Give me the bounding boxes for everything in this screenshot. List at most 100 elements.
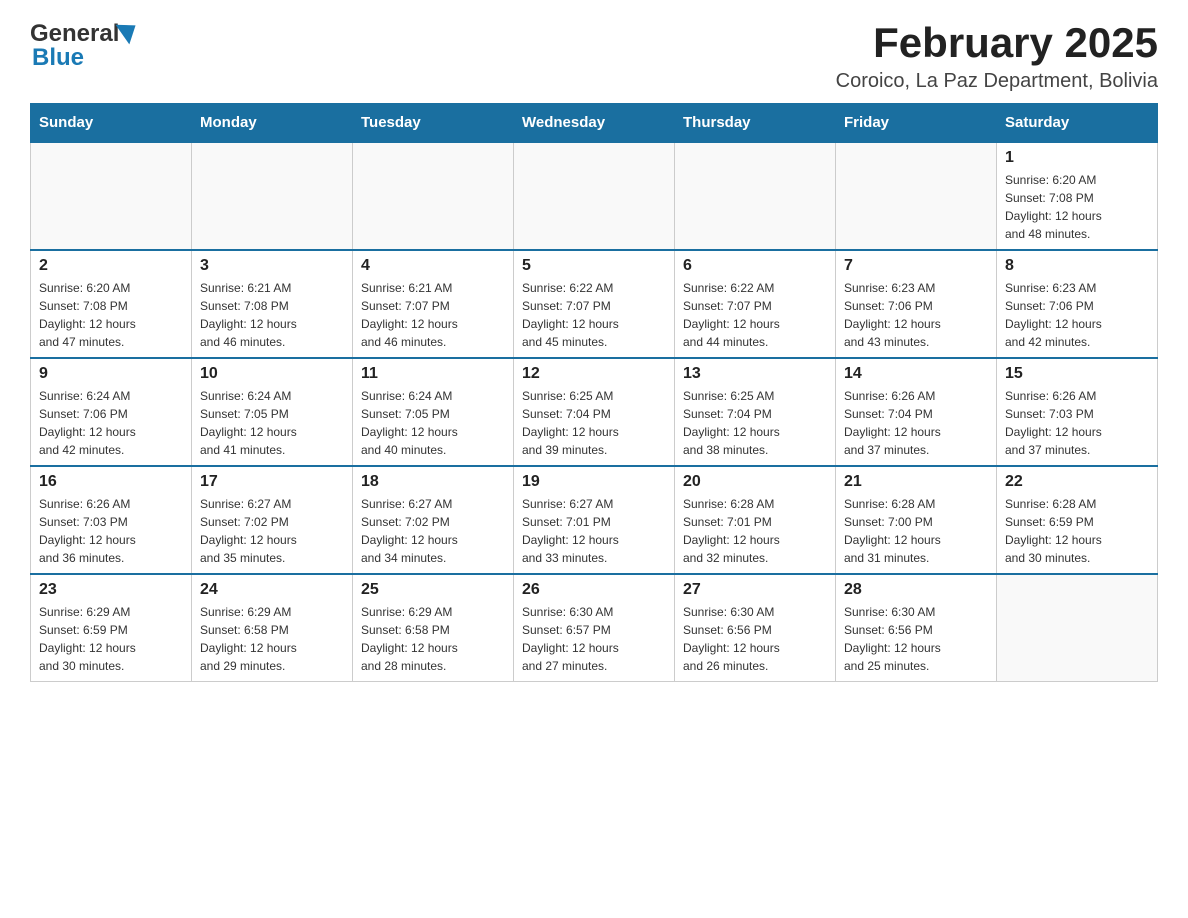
day-number: 26 xyxy=(522,581,666,599)
day-info: Sunrise: 6:27 AMSunset: 7:02 PMDaylight:… xyxy=(361,495,505,567)
day-header-monday: Monday xyxy=(192,104,353,143)
day-header-thursday: Thursday xyxy=(675,104,836,143)
day-number: 7 xyxy=(844,257,988,275)
day-info: Sunrise: 6:27 AMSunset: 7:01 PMDaylight:… xyxy=(522,495,666,567)
day-info: Sunrise: 6:23 AMSunset: 7:06 PMDaylight:… xyxy=(844,279,988,351)
calendar-week-4: 16 Sunrise: 6:26 AMSunset: 7:03 PMDayligh… xyxy=(31,466,1158,574)
day-info: Sunrise: 6:28 AMSunset: 6:59 PMDaylight:… xyxy=(1005,495,1149,567)
day-info: Sunrise: 6:25 AMSunset: 7:04 PMDaylight:… xyxy=(683,387,827,459)
day-header-saturday: Saturday xyxy=(997,104,1158,143)
calendar-body: 1Sunrise: 6:20 AMSunset: 7:08 PMDaylight… xyxy=(31,142,1158,682)
calendar-cell: 13 Sunrise: 6:25 AMSunset: 7:04 PMDayligh… xyxy=(675,358,836,466)
day-info: Sunrise: 6:27 AMSunset: 7:02 PMDaylight:… xyxy=(200,495,344,567)
day-number: 24 xyxy=(200,581,344,599)
day-info: Sunrise: 6:24 AMSunset: 7:05 PMDaylight:… xyxy=(361,387,505,459)
day-number: 8 xyxy=(1005,257,1149,275)
title-block: February 2025 Coroico, La Paz Department… xyxy=(836,20,1158,93)
day-number: 4 xyxy=(361,257,505,275)
calendar-cell: 9 Sunrise: 6:24 AMSunset: 7:06 PMDaylight… xyxy=(31,358,192,466)
day-number: 27 xyxy=(683,581,827,599)
day-number: 6 xyxy=(683,257,827,275)
day-info: Sunrise: 6:21 AMSunset: 7:08 PMDaylight:… xyxy=(200,279,344,351)
calendar-cell: 5 Sunrise: 6:22 AMSunset: 7:07 PMDaylight… xyxy=(514,250,675,358)
calendar-cell xyxy=(836,142,997,250)
calendar-cell xyxy=(192,142,353,250)
day-number: 10 xyxy=(200,365,344,383)
day-number: 13 xyxy=(683,365,827,383)
day-info: Sunrise: 6:21 AMSunset: 7:07 PMDaylight:… xyxy=(361,279,505,351)
calendar-cell: 6 Sunrise: 6:22 AMSunset: 7:07 PMDaylight… xyxy=(675,250,836,358)
calendar-cell: 24 Sunrise: 6:29 AMSunset: 6:58 PMDayligh… xyxy=(192,574,353,682)
calendar-cell: 4 Sunrise: 6:21 AMSunset: 7:07 PMDaylight… xyxy=(353,250,514,358)
day-info: Sunrise: 6:20 AMSunset: 7:08 PMDaylight:… xyxy=(39,279,183,351)
calendar-cell: 11Sunrise: 6:24 AMSunset: 7:05 PMDayligh… xyxy=(353,358,514,466)
calendar-week-5: 23Sunrise: 6:29 AMSunset: 6:59 PMDayligh… xyxy=(31,574,1158,682)
day-number: 22 xyxy=(1005,473,1149,491)
calendar-cell: 27 Sunrise: 6:30 AMSunset: 6:56 PMDayligh… xyxy=(675,574,836,682)
calendar-cell: 1Sunrise: 6:20 AMSunset: 7:08 PMDaylight… xyxy=(997,142,1158,250)
day-info: Sunrise: 6:22 AMSunset: 7:07 PMDaylight:… xyxy=(522,279,666,351)
calendar-cell: 23Sunrise: 6:29 AMSunset: 6:59 PMDayligh… xyxy=(31,574,192,682)
calendar-cell: 21Sunrise: 6:28 AMSunset: 7:00 PMDayligh… xyxy=(836,466,997,574)
calendar-cell: 25 Sunrise: 6:29 AMSunset: 6:58 PMDayligh… xyxy=(353,574,514,682)
day-number: 28 xyxy=(844,581,988,599)
day-number: 12 xyxy=(522,365,666,383)
calendar-cell xyxy=(353,142,514,250)
day-number: 5 xyxy=(522,257,666,275)
day-number: 15 xyxy=(1005,365,1149,383)
logo-arrow-icon xyxy=(116,16,143,45)
day-number: 23 xyxy=(39,581,183,599)
day-number: 14 xyxy=(844,365,988,383)
calendar-cell xyxy=(514,142,675,250)
calendar-cell: 8 Sunrise: 6:23 AMSunset: 7:06 PMDaylight… xyxy=(997,250,1158,358)
day-info: Sunrise: 6:26 AMSunset: 7:03 PMDaylight:… xyxy=(1005,387,1149,459)
day-number: 20 xyxy=(683,473,827,491)
calendar-cell xyxy=(997,574,1158,682)
calendar-cell: 15 Sunrise: 6:26 AMSunset: 7:03 PMDayligh… xyxy=(997,358,1158,466)
calendar-header: SundayMondayTuesdayWednesdayThursdayFrid… xyxy=(31,104,1158,143)
calendar-cell: 26 Sunrise: 6:30 AMSunset: 6:57 PMDayligh… xyxy=(514,574,675,682)
calendar-cell: 19 Sunrise: 6:27 AMSunset: 7:01 PMDayligh… xyxy=(514,466,675,574)
days-of-week-row: SundayMondayTuesdayWednesdayThursdayFrid… xyxy=(31,104,1158,143)
page-header: General Blue February 2025 Coroico, La P… xyxy=(30,20,1158,93)
day-info: Sunrise: 6:30 AMSunset: 6:56 PMDaylight:… xyxy=(844,603,988,675)
day-number: 2 xyxy=(39,257,183,275)
day-info: Sunrise: 6:30 AMSunset: 6:56 PMDaylight:… xyxy=(683,603,827,675)
calendar-cell: 14 Sunrise: 6:26 AMSunset: 7:04 PMDayligh… xyxy=(836,358,997,466)
day-header-friday: Friday xyxy=(836,104,997,143)
day-number: 16 xyxy=(39,473,183,491)
day-info: Sunrise: 6:20 AMSunset: 7:08 PMDaylight:… xyxy=(1005,171,1149,243)
calendar-cell: 20Sunrise: 6:28 AMSunset: 7:01 PMDayligh… xyxy=(675,466,836,574)
day-info: Sunrise: 6:23 AMSunset: 7:06 PMDaylight:… xyxy=(1005,279,1149,351)
calendar-week-1: 1Sunrise: 6:20 AMSunset: 7:08 PMDaylight… xyxy=(31,142,1158,250)
day-info: Sunrise: 6:24 AMSunset: 7:05 PMDaylight:… xyxy=(200,387,344,459)
calendar-cell xyxy=(31,142,192,250)
calendar-cell xyxy=(675,142,836,250)
day-header-tuesday: Tuesday xyxy=(353,104,514,143)
calendar-week-3: 9 Sunrise: 6:24 AMSunset: 7:06 PMDaylight… xyxy=(31,358,1158,466)
calendar-cell: 17Sunrise: 6:27 AMSunset: 7:02 PMDayligh… xyxy=(192,466,353,574)
day-number: 21 xyxy=(844,473,988,491)
calendar-cell: 2 Sunrise: 6:20 AMSunset: 7:08 PMDaylight… xyxy=(31,250,192,358)
calendar-cell: 3 Sunrise: 6:21 AMSunset: 7:08 PMDaylight… xyxy=(192,250,353,358)
day-info: Sunrise: 6:29 AMSunset: 6:58 PMDaylight:… xyxy=(200,603,344,675)
day-number: 9 xyxy=(39,365,183,383)
calendar-cell: 7 Sunrise: 6:23 AMSunset: 7:06 PMDaylight… xyxy=(836,250,997,358)
day-info: Sunrise: 6:22 AMSunset: 7:07 PMDaylight:… xyxy=(683,279,827,351)
calendar-cell: 22 Sunrise: 6:28 AMSunset: 6:59 PMDayligh… xyxy=(997,466,1158,574)
day-number: 19 xyxy=(522,473,666,491)
calendar-subtitle: Coroico, La Paz Department, Bolivia xyxy=(836,70,1158,93)
day-number: 3 xyxy=(200,257,344,275)
day-info: Sunrise: 6:24 AMSunset: 7:06 PMDaylight:… xyxy=(39,387,183,459)
calendar-cell: 18Sunrise: 6:27 AMSunset: 7:02 PMDayligh… xyxy=(353,466,514,574)
day-info: Sunrise: 6:25 AMSunset: 7:04 PMDaylight:… xyxy=(522,387,666,459)
calendar-week-2: 2 Sunrise: 6:20 AMSunset: 7:08 PMDaylight… xyxy=(31,250,1158,358)
logo-blue-text: Blue xyxy=(32,44,84,72)
day-number: 25 xyxy=(361,581,505,599)
day-info: Sunrise: 6:29 AMSunset: 6:58 PMDaylight:… xyxy=(361,603,505,675)
day-info: Sunrise: 6:30 AMSunset: 6:57 PMDaylight:… xyxy=(522,603,666,675)
day-info: Sunrise: 6:26 AMSunset: 7:03 PMDaylight:… xyxy=(39,495,183,567)
calendar-cell: 28 Sunrise: 6:30 AMSunset: 6:56 PMDayligh… xyxy=(836,574,997,682)
day-info: Sunrise: 6:26 AMSunset: 7:04 PMDaylight:… xyxy=(844,387,988,459)
logo: General Blue xyxy=(30,20,137,72)
